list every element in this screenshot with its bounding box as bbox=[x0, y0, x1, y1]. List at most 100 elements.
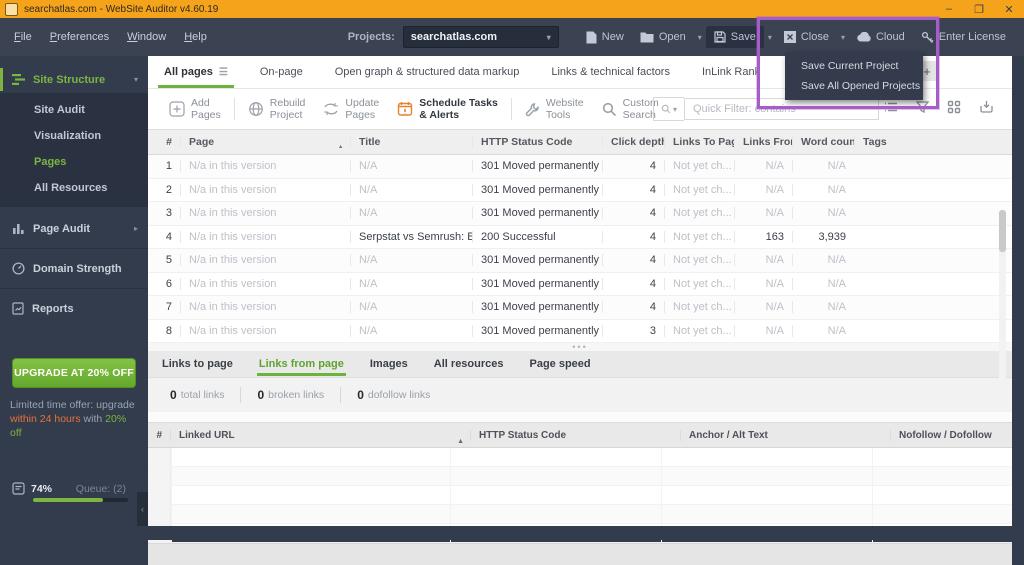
tab-open-graph[interactable]: Open graph & structured data markup bbox=[319, 56, 536, 88]
sidebar-item-site-structure[interactable]: Site Structure ▾ bbox=[0, 66, 148, 93]
col-links-to-page[interactable]: Links To Page bbox=[664, 136, 734, 148]
window-controls: – ❐ ✕ bbox=[934, 0, 1024, 18]
update-pages-button[interactable]: UpdatePages bbox=[314, 97, 388, 121]
projects-label: Projects: bbox=[348, 31, 395, 43]
table-row[interactable]: 5N/a in this versionN/A301 Moved permane… bbox=[148, 249, 1012, 273]
quick-filter: ▾ bbox=[653, 97, 879, 121]
project-selector[interactable]: searchatlas.com ▾ bbox=[403, 26, 559, 48]
col-http-status[interactable]: HTTP Status Code bbox=[470, 430, 680, 441]
col-title[interactable]: Title bbox=[350, 136, 472, 148]
panel-splitter-handle[interactable]: ••• bbox=[148, 343, 1012, 351]
filter-mode-button[interactable]: ▾ bbox=[653, 97, 684, 121]
close-project-button[interactable]: Close bbox=[776, 26, 837, 48]
queue-doc-icon bbox=[12, 482, 25, 495]
tab-on-page[interactable]: On-page bbox=[244, 56, 319, 88]
website-tools-button[interactable]: WebsiteTools bbox=[516, 97, 593, 121]
export-download-icon[interactable] bbox=[979, 99, 994, 114]
col-page[interactable]: Page ▲ bbox=[180, 136, 350, 148]
grid-view-icon[interactable] bbox=[947, 100, 961, 114]
tab-all-pages[interactable]: All pages ☰ bbox=[148, 56, 244, 88]
save-dropdown-menu: Save Current Project Save All Opened Pro… bbox=[785, 52, 923, 100]
column-list-icon[interactable] bbox=[884, 101, 898, 113]
quick-filter-input[interactable] bbox=[684, 98, 879, 120]
upgrade-button[interactable]: UPGRADE AT 20% OFF bbox=[12, 358, 136, 388]
minimize-button[interactable]: – bbox=[934, 0, 964, 18]
main-panel: All pages ☰ On-page Open graph & structu… bbox=[148, 56, 1012, 526]
menu-window[interactable]: Window bbox=[127, 31, 166, 43]
site-structure-submenu: Site Audit Visualization Pages All Resou… bbox=[0, 93, 148, 207]
pages-table-header: # Page ▲ Title HTTP Status Code Click de… bbox=[148, 129, 1012, 155]
enter-license-button[interactable]: Enter License bbox=[913, 26, 1014, 49]
sidebar-item-all-resources[interactable]: All Resources bbox=[0, 175, 148, 201]
save-project-button[interactable]: Save bbox=[706, 26, 764, 48]
col-http-status[interactable]: HTTP Status Code bbox=[472, 136, 602, 148]
divider bbox=[0, 288, 148, 289]
gauge-icon bbox=[12, 262, 25, 275]
sidebar-item-site-audit[interactable]: Site Audit bbox=[0, 97, 148, 123]
table-row[interactable]: 3N/a in this versionN/A301 Moved permane… bbox=[148, 202, 1012, 226]
sidebar-item-domain-strength[interactable]: Domain Strength bbox=[0, 255, 148, 282]
sidebar-item-visualization[interactable]: Visualization bbox=[0, 123, 148, 149]
cloud-button[interactable]: Cloud bbox=[849, 26, 913, 48]
menu-item-save-all-opened-projects[interactable]: Save All Opened Projects bbox=[785, 76, 923, 96]
table-row[interactable]: 8N/a in this versionN/A301 Moved permane… bbox=[148, 320, 1012, 344]
sidebar-item-page-audit[interactable]: Page Audit ▸ bbox=[0, 215, 148, 242]
tab-page-speed[interactable]: Page speed bbox=[530, 352, 591, 376]
save-menu-chevron[interactable]: ▾ bbox=[764, 28, 776, 47]
close-window-button[interactable]: ✕ bbox=[994, 0, 1024, 18]
table-row[interactable]: 6N/a in this versionN/A301 Moved permane… bbox=[148, 273, 1012, 297]
tab-options-icon[interactable]: ☰ bbox=[219, 67, 228, 78]
progress-percent: 74% bbox=[31, 483, 52, 495]
close-menu-chevron[interactable]: ▾ bbox=[837, 28, 849, 47]
restore-button[interactable]: ❐ bbox=[964, 0, 994, 18]
col-tags[interactable]: Tags bbox=[854, 136, 1012, 148]
right-margin bbox=[1012, 56, 1024, 526]
tab-all-resources[interactable]: All resources bbox=[434, 352, 504, 376]
tab-inlink-rank[interactable]: InLink Rank bbox=[686, 56, 776, 88]
tab-images[interactable]: Images bbox=[370, 352, 408, 376]
view-controls bbox=[884, 99, 994, 114]
spacer bbox=[148, 412, 1012, 422]
table-scrollbar[interactable] bbox=[999, 210, 1006, 386]
col-num[interactable]: # bbox=[148, 430, 170, 441]
tab-links-to-page[interactable]: Links to page bbox=[162, 352, 233, 376]
new-project-button[interactable]: New bbox=[577, 26, 632, 49]
table-row[interactable]: 2N/a in this versionN/A301 Moved permane… bbox=[148, 179, 1012, 203]
open-menu-chevron[interactable]: ▾ bbox=[694, 28, 706, 47]
col-links-from[interactable]: Links From ... bbox=[734, 136, 792, 148]
table-row[interactable]: 1N/a in this versionN/A301 Moved permane… bbox=[148, 155, 1012, 179]
key-icon bbox=[921, 31, 934, 44]
open-project-button[interactable]: Open bbox=[632, 26, 694, 48]
col-linked-url[interactable]: Linked URL ▲ bbox=[170, 430, 470, 441]
divider bbox=[240, 387, 241, 403]
new-file-icon bbox=[585, 31, 597, 44]
table-row[interactable]: 7N/a in this versionN/A301 Moved permane… bbox=[148, 296, 1012, 320]
close-x-square-icon bbox=[784, 31, 796, 43]
report-icon bbox=[12, 302, 24, 315]
rebuild-project-button[interactable]: RebuildProject bbox=[239, 97, 315, 121]
filter-funnel-icon[interactable] bbox=[916, 101, 929, 113]
sidebar-collapse-handle[interactable]: ‹ bbox=[137, 492, 148, 526]
dofollow-links-count: 0 bbox=[357, 388, 364, 402]
queue-count: Queue: (2) bbox=[76, 483, 126, 495]
schedule-tasks-button[interactable]: Schedule Tasks& Alerts bbox=[388, 97, 507, 121]
bar-chart-icon bbox=[12, 222, 25, 235]
col-anchor-alt-text[interactable]: Anchor / Alt Text bbox=[680, 430, 890, 441]
sidebar-item-reports[interactable]: Reports bbox=[0, 295, 148, 322]
col-nofollow-dofollow[interactable]: Nofollow / Dofollow bbox=[890, 430, 1012, 441]
add-pages-button[interactable]: AddPages bbox=[160, 97, 230, 121]
detail-tab-bar: Links to page Links from page Images All… bbox=[148, 351, 1012, 378]
menu-file[interactable]: File bbox=[14, 31, 32, 43]
col-word-count[interactable]: Word count bbox=[792, 136, 854, 148]
search-icon bbox=[661, 104, 671, 114]
col-num[interactable]: # bbox=[148, 136, 180, 148]
tab-links-from-page[interactable]: Links from page bbox=[259, 352, 344, 376]
empty-row bbox=[148, 486, 1012, 505]
table-row[interactable]: 4N/a in this versionSerpstat vs Semrush:… bbox=[148, 226, 1012, 250]
menu-item-save-current-project[interactable]: Save Current Project bbox=[785, 56, 923, 76]
col-click-depth[interactable]: Click depth bbox=[602, 136, 664, 148]
menu-help[interactable]: Help bbox=[184, 31, 207, 43]
tab-links-technical[interactable]: Links & technical factors bbox=[535, 56, 686, 88]
menu-preferences[interactable]: Preferences bbox=[50, 31, 109, 43]
sidebar-item-pages[interactable]: Pages bbox=[0, 149, 148, 175]
